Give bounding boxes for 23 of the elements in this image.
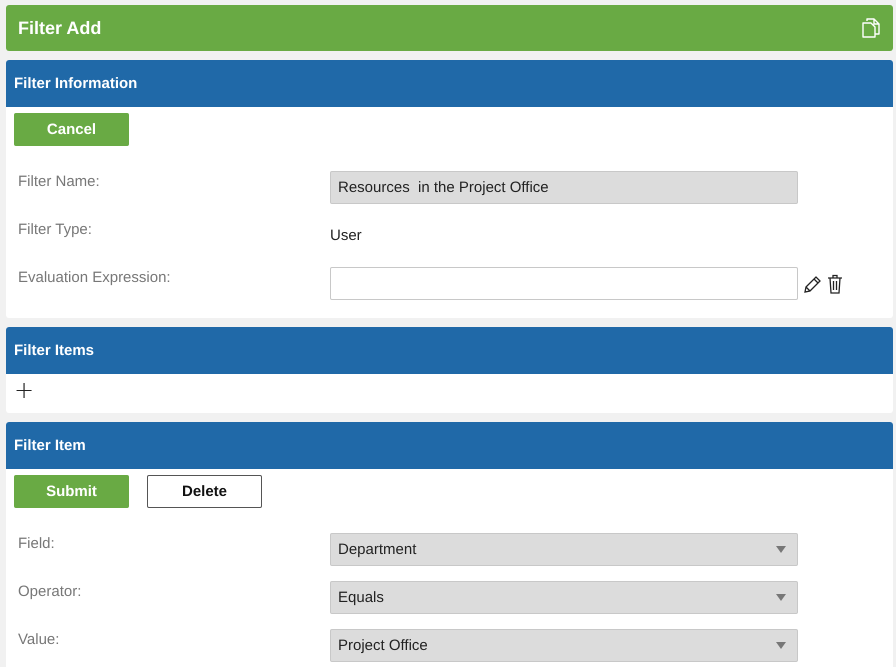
dropdown[interactable]: Project Office (330, 629, 798, 662)
dropdown[interactable]: Equals (330, 581, 798, 614)
copy-icon[interactable] (861, 17, 881, 39)
caret-icon (776, 546, 786, 553)
filter-name-field[interactable]: Resources in the Project Office (330, 171, 798, 204)
dropdown[interactable]: Department (330, 533, 798, 566)
expression-field[interactable] (330, 267, 798, 300)
delete-button[interactable]: Delete (147, 475, 262, 508)
field-label: Filter Type: (17, 220, 93, 238)
add-button[interactable]: + (14, 380, 34, 400)
page-title: Filter Add (18, 18, 102, 38)
field-label: Evaluation Expression: (17, 268, 172, 286)
section-title: Filter Item (14, 437, 86, 454)
field-label: Value: (17, 630, 60, 648)
section-title: Filter Information (14, 75, 138, 92)
field-label: Field: (17, 534, 56, 552)
section-title: Filter Items (14, 342, 94, 359)
caret-icon (776, 642, 786, 649)
field-value: User (330, 227, 363, 244)
caret-icon (776, 594, 786, 601)
field-label: Filter Name: (17, 172, 101, 190)
field-label: Operator: (17, 582, 82, 600)
trash-icon[interactable] (825, 272, 845, 294)
